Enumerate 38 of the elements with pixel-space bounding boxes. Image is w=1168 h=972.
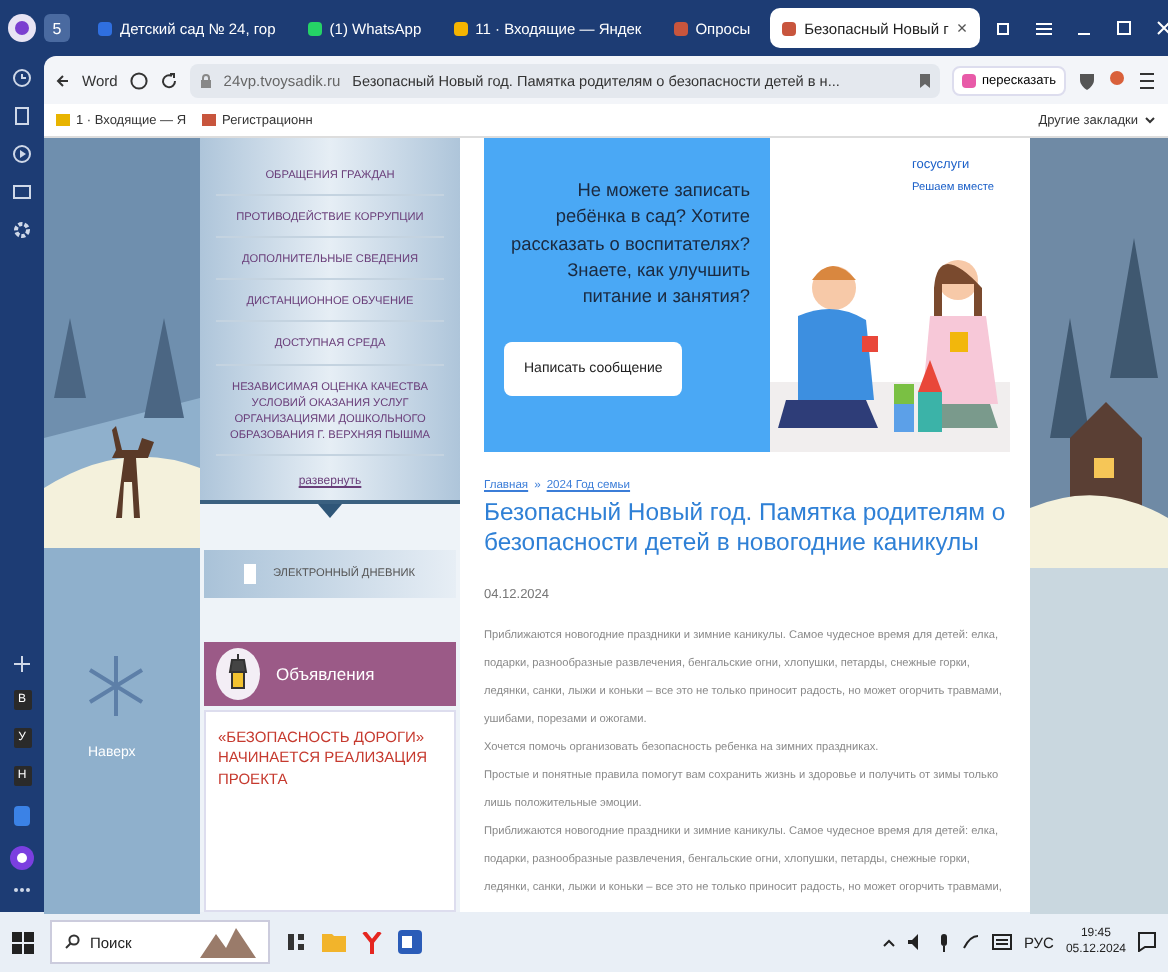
task-view-icon[interactable] — [286, 932, 306, 952]
cube-icon[interactable] — [12, 804, 32, 828]
workspace-counter[interactable]: 5 — [44, 14, 70, 42]
plus-icon[interactable] — [14, 656, 30, 672]
close-icon[interactable] — [1155, 20, 1168, 36]
assistant-icon[interactable] — [10, 846, 34, 870]
maximize-icon[interactable] — [1115, 20, 1132, 36]
banner-text: Не можете записать ребёнка в сад? Хотите рассказать о воспитателях? Знаете, как улучшить питание и занятия? — [508, 178, 750, 311]
chevron-down-icon[interactable] — [1144, 116, 1156, 124]
lantern-icon — [228, 653, 248, 694]
tabs-icon[interactable] — [12, 106, 32, 126]
bookmark-icon[interactable] — [920, 73, 931, 87]
mountains-icon — [200, 926, 256, 958]
windows-start-icon[interactable] — [12, 931, 34, 953]
clock-icon[interactable] — [12, 68, 32, 88]
reload-icon[interactable] — [159, 71, 178, 89]
favicon-icon — [56, 114, 70, 126]
chevron-up-icon[interactable] — [881, 937, 896, 947]
browser-logo-icon[interactable] — [8, 14, 36, 42]
menu-icon[interactable] — [1035, 21, 1052, 35]
pictures-icon[interactable] — [12, 182, 32, 202]
announcements-title: Объявления — [276, 663, 375, 684]
notification-icon[interactable] — [1138, 932, 1156, 952]
article-title: Безопасный Новый год. Памятка родителям о безопасности детей в новогодние каникулы — [484, 498, 1008, 560]
shield-icon[interactable] — [1078, 71, 1096, 89]
lock-icon — [199, 73, 212, 87]
keyboard-icon[interactable] — [991, 934, 1012, 950]
yandex-browser-icon[interactable] — [362, 931, 382, 953]
microphone-icon[interactable] — [937, 933, 950, 951]
favicon-icon — [202, 114, 217, 126]
copy-icon[interactable] — [995, 20, 1012, 36]
play-icon[interactable] — [12, 144, 32, 164]
back-arrow-icon[interactable] — [56, 73, 70, 87]
search-icon — [64, 934, 80, 950]
reading-list-icon[interactable] — [1138, 71, 1156, 89]
notebook-icon — [244, 563, 257, 584]
word-icon[interactable] — [398, 930, 422, 954]
summarize-icon — [962, 73, 977, 87]
